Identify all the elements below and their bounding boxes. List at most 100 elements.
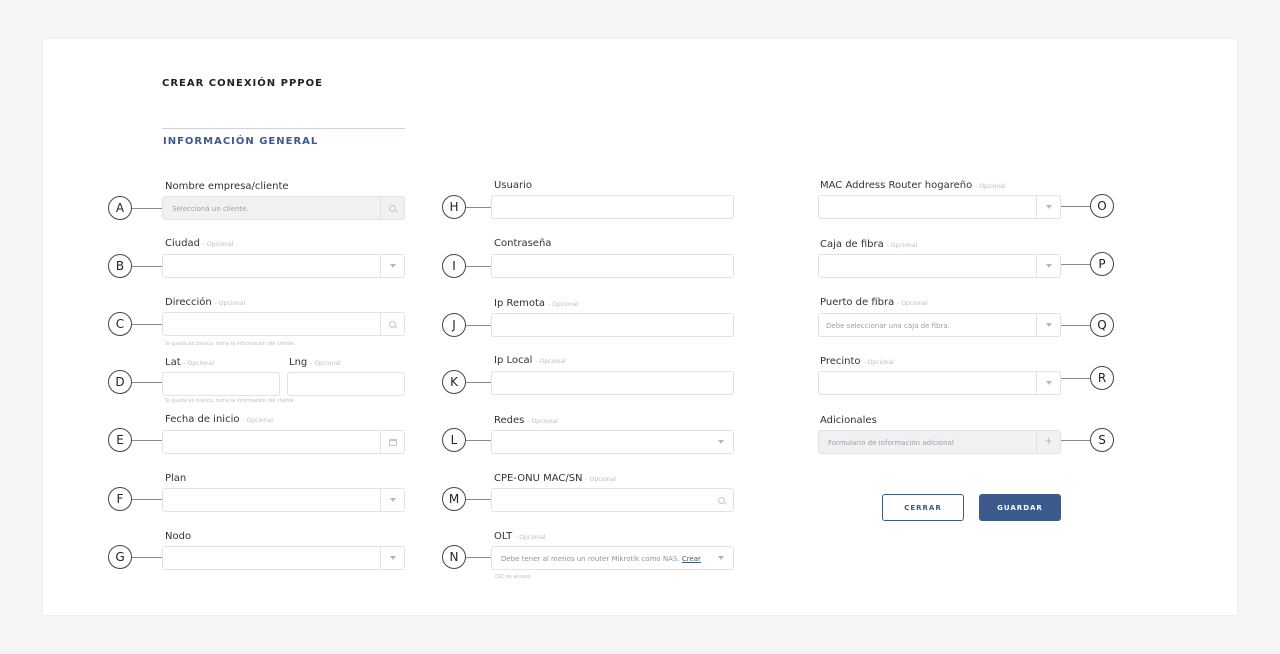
- additional-field[interactable]: Formulario de información adicional +: [818, 430, 1061, 454]
- address-search-button[interactable]: [380, 313, 404, 335]
- olt-select[interactable]: Debe tener al menos un router Mikrotik c…: [491, 546, 734, 570]
- lat-input[interactable]: [162, 372, 280, 396]
- fiber-port-select[interactable]: Debe seleccionar una caja de fibra.: [818, 313, 1061, 337]
- marker-p: P: [1090, 252, 1114, 276]
- client-search-button[interactable]: [380, 197, 404, 219]
- olt-label: OLT - Opcional: [494, 531, 546, 542]
- plan-label: Plan: [165, 473, 187, 484]
- search-icon: [717, 496, 725, 504]
- calendar-icon: [388, 438, 397, 446]
- marker-a: A: [108, 196, 132, 220]
- search-icon: [389, 204, 396, 212]
- client-label: Nombre empresa/cliente: [165, 181, 289, 192]
- marker-s: S: [1090, 428, 1114, 452]
- fiber-box-label: Caja de fibra - Opcional: [820, 239, 918, 250]
- chevron-down-icon: [1045, 381, 1052, 385]
- marker-j: J: [442, 313, 466, 337]
- address-input[interactable]: [162, 312, 405, 336]
- marker-connector: [132, 557, 162, 558]
- optional-tag: - Opcional: [548, 301, 579, 308]
- optional-tag: - Opcional: [183, 360, 215, 367]
- chevron-down-icon: [718, 440, 724, 444]
- marker-b: B: [108, 254, 132, 278]
- marker-r: R: [1090, 366, 1114, 390]
- save-button[interactable]: GUARDAR: [979, 494, 1061, 521]
- marker-g: G: [108, 545, 132, 569]
- optional-tag: - Opcional: [897, 300, 928, 307]
- networks-select[interactable]: [491, 430, 734, 454]
- node-select[interactable]: [162, 546, 405, 570]
- client-placeholder: Seleccioná un cliente.: [172, 205, 249, 213]
- node-dropdown-toggle[interactable]: [380, 547, 404, 569]
- chevron-down-icon: [1045, 205, 1052, 209]
- seal-select[interactable]: [818, 371, 1061, 395]
- cpe-label: CPE-ONU MAC/SN - Opcional: [494, 473, 616, 484]
- search-icon: [389, 320, 396, 328]
- section-title: INFORMACIÓN GENERAL: [163, 136, 319, 147]
- mac-dropdown-toggle[interactable]: [1036, 196, 1060, 218]
- seal-label: Precinto - Opcional: [820, 356, 894, 367]
- user-input[interactable]: [491, 195, 734, 219]
- remote-ip-label: Ip Remota - Opcional: [494, 298, 579, 309]
- marker-connector: [466, 499, 491, 500]
- marker-connector: [466, 382, 491, 383]
- fiber-box-dropdown-toggle[interactable]: [1036, 255, 1060, 277]
- marker-o: O: [1090, 194, 1114, 218]
- chevron-down-icon: [718, 556, 724, 560]
- close-button[interactable]: CERRAR: [882, 494, 964, 521]
- additional-add-button[interactable]: +: [1036, 431, 1060, 453]
- marker-connector: [1061, 440, 1090, 441]
- olt-placeholder: Debe tener al menos un router Mikrotik c…: [501, 555, 701, 563]
- local-ip-input[interactable]: [491, 371, 734, 395]
- optional-tag: - Opcional: [242, 417, 273, 424]
- chevron-down-icon: [1045, 264, 1052, 268]
- networks-dropdown-toggle[interactable]: [709, 431, 733, 453]
- start-date-input[interactable]: [162, 430, 405, 454]
- lng-label: Lng - Opcional: [289, 357, 341, 368]
- marker-connector: [466, 266, 491, 267]
- remote-ip-input[interactable]: [491, 313, 734, 337]
- optional-tag: - Opcional: [886, 242, 918, 249]
- optional-tag: - Opcional: [527, 418, 558, 425]
- fiber-port-placeholder: Debe seleccionar una caja de fibra.: [826, 322, 950, 330]
- marker-connector: [132, 324, 162, 325]
- create-router-link[interactable]: Crear: [682, 555, 701, 563]
- cpe-input[interactable]: [491, 488, 734, 512]
- marker-q: Q: [1090, 313, 1114, 337]
- date-picker-button[interactable]: [380, 431, 404, 453]
- page-title: CREAR CONEXIÓN PPPOE: [162, 78, 323, 89]
- city-dropdown-toggle[interactable]: [380, 255, 404, 277]
- olt-dropdown-toggle[interactable]: [709, 547, 733, 569]
- cpe-search-button[interactable]: [709, 489, 733, 511]
- plan-select[interactable]: [162, 488, 405, 512]
- marker-connector: [132, 382, 162, 383]
- marker-connector: [1061, 378, 1090, 379]
- olt-hint: OLT de acceso: [495, 574, 531, 580]
- marker-l: L: [442, 428, 466, 452]
- fiber-port-label: Puerto de fibra - Opcional: [820, 297, 928, 308]
- client-select[interactable]: Seleccioná un cliente.: [162, 196, 405, 220]
- marker-connector: [1061, 206, 1090, 207]
- fiber-port-dropdown-toggle[interactable]: [1036, 314, 1060, 336]
- password-input[interactable]: [491, 254, 734, 278]
- marker-connector: [132, 499, 162, 500]
- marker-c: C: [108, 312, 132, 336]
- lat-label: Lat - Opcional: [165, 357, 215, 368]
- city-select[interactable]: [162, 254, 405, 278]
- optional-tag: - Opcional: [585, 476, 616, 483]
- lng-input[interactable]: [287, 372, 405, 396]
- mac-select[interactable]: [818, 195, 1061, 219]
- marker-i: I: [442, 254, 466, 278]
- optional-tag: - Opcional: [515, 534, 546, 541]
- additional-placeholder: Formulario de información adicional: [828, 439, 954, 447]
- optional-tag: - Opcional: [214, 300, 246, 307]
- chevron-down-icon: [1045, 323, 1052, 327]
- marker-connector: [466, 325, 491, 326]
- optional-tag: - Opcional: [202, 241, 234, 248]
- optional-tag: - Opcional: [535, 358, 566, 365]
- plan-dropdown-toggle[interactable]: [380, 489, 404, 511]
- seal-dropdown-toggle[interactable]: [1036, 372, 1060, 394]
- fiber-box-select[interactable]: [818, 254, 1061, 278]
- marker-connector: [466, 557, 491, 558]
- marker-connector: [1061, 325, 1090, 326]
